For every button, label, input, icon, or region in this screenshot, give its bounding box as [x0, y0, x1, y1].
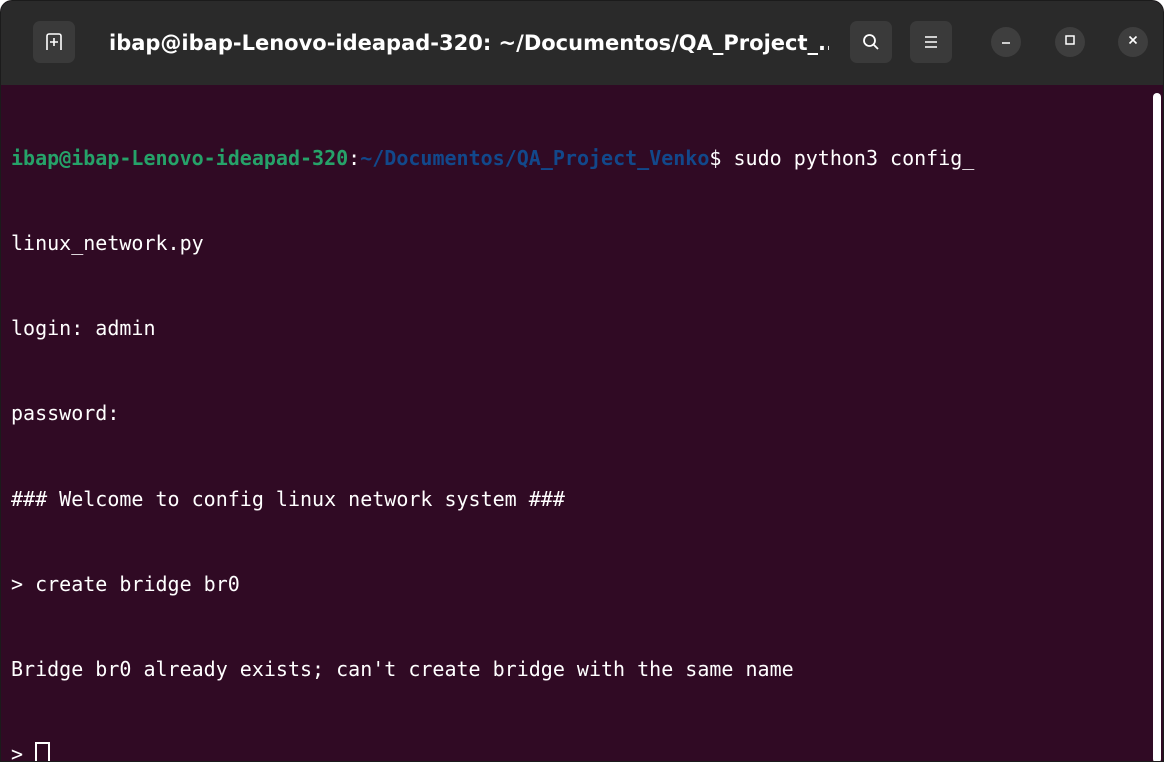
text-cursor	[35, 742, 51, 761]
title-bar: ibap@ibap-Lenovo-ideapad-320: ~/Document…	[1, 1, 1163, 85]
menu-button[interactable]	[910, 21, 952, 63]
minimize-icon	[999, 33, 1013, 52]
terminal-line: ### Welcome to config linux network syst…	[11, 486, 565, 511]
search-icon	[861, 32, 881, 52]
terminal-line: password:	[11, 401, 120, 426]
terminal-line: Bridge br0 already exists; can't create …	[11, 657, 794, 682]
terminal-line-prompt: ibap@ibap-Lenovo-ideapad-320:~/Documento…	[11, 144, 1153, 172]
terminal-line: login: admin	[11, 316, 156, 341]
close-button[interactable]	[1118, 27, 1148, 57]
new-tab-icon	[44, 32, 64, 52]
hamburger-menu-icon	[922, 33, 940, 51]
prompt-symbol: $	[709, 145, 734, 170]
terminal-line: > create bridge br0	[11, 571, 240, 596]
terminal-output[interactable]: ibap@ibap-Lenovo-ideapad-320:~/Documento…	[1, 85, 1153, 762]
scrollbar-thumb[interactable]	[1153, 93, 1161, 761]
prompt-user: ibap@ibap-Lenovo-ideapad-320	[11, 145, 349, 170]
prompt-separator: :	[348, 145, 361, 170]
maximize-button[interactable]	[1055, 27, 1085, 57]
terminal-line-current: >	[11, 740, 1153, 762]
minimize-button[interactable]	[991, 27, 1021, 57]
new-tab-button[interactable]	[33, 21, 75, 63]
terminal-line: linux_network.py	[11, 231, 204, 256]
close-icon	[1126, 33, 1140, 52]
prompt-path: ~/Documentos/QA_Project_Venko	[360, 145, 710, 170]
current-prompt: >	[11, 742, 36, 762]
terminal-window: ibap@ibap-Lenovo-ideapad-320: ~/Document…	[0, 0, 1164, 762]
window-title: ibap@ibap-Lenovo-ideapad-320: ~/Document…	[109, 31, 829, 55]
search-button[interactable]	[850, 21, 892, 63]
command-text: sudo python3 config_	[733, 145, 975, 170]
maximize-icon	[1063, 33, 1077, 52]
